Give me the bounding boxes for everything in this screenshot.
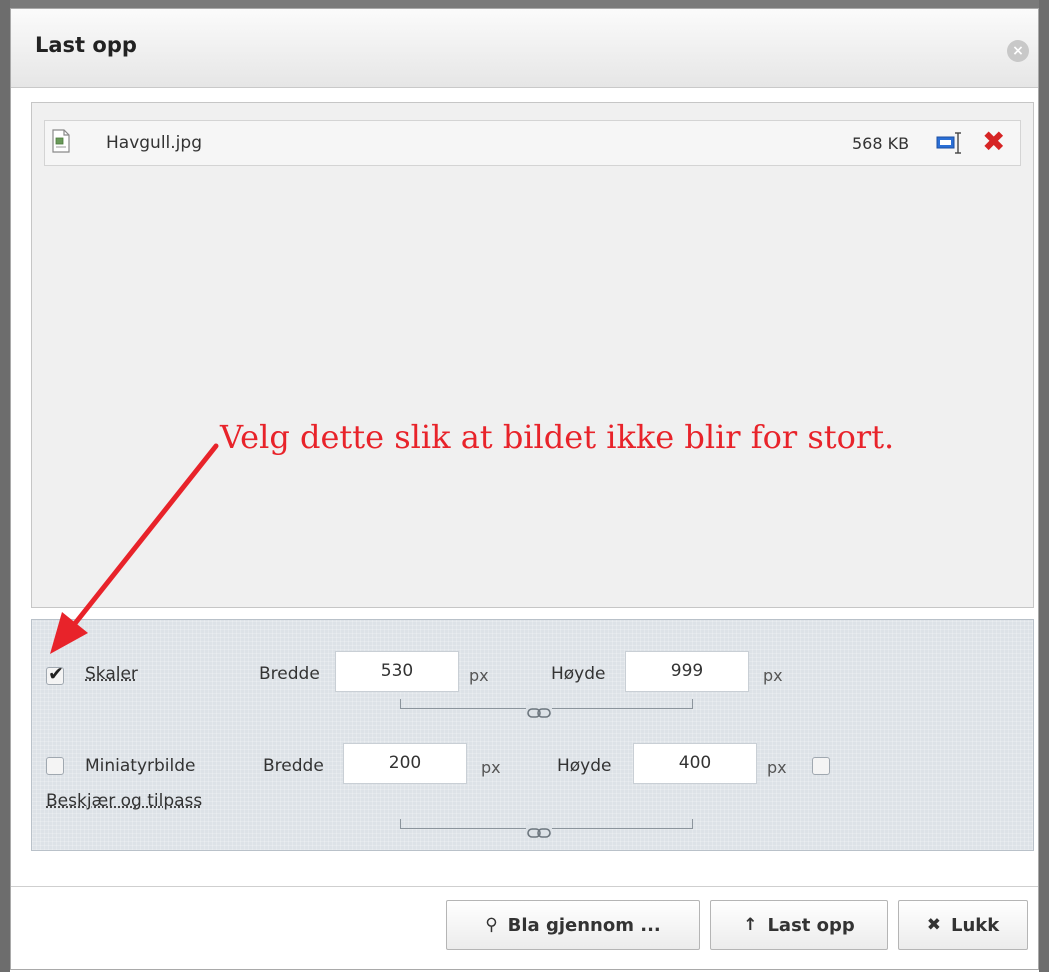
file-row: Havgull.jpg 568 KB ✖ (44, 120, 1021, 166)
scale-height-input[interactable]: 999 (625, 651, 749, 692)
scale-label: Skaler (85, 664, 138, 684)
upload-button[interactable]: ↑ Last opp (710, 900, 888, 950)
annotation-text: Velg dette slik at bildet ikke blir for … (220, 418, 895, 456)
crop-label: Beskjær og tilpass (46, 791, 203, 811)
page-backdrop-left (0, 0, 10, 972)
resize-icon[interactable] (936, 131, 962, 155)
thumbnail-label: Miniatyrbilde (85, 756, 196, 776)
chain-link-icon[interactable] (526, 824, 552, 838)
image-file-icon (51, 129, 71, 153)
chain-link-icon[interactable] (526, 704, 552, 718)
crop-checkbox[interactable] (812, 757, 830, 775)
delete-x-icon[interactable]: ✖ (982, 127, 1005, 157)
close-x-icon: ✖ (926, 915, 941, 935)
thumbnail-height-input[interactable]: 400 (633, 743, 757, 784)
scale-height-label: Høyde (551, 664, 606, 684)
arrow-up-icon: ↑ (743, 915, 758, 935)
page-backdrop-right (1039, 0, 1049, 972)
scale-width-label: Bredde (259, 664, 320, 684)
dialog-title: Last opp (35, 33, 137, 57)
close-circle-icon[interactable]: × (1007, 40, 1029, 62)
browse-button[interactable]: ⚲ Bla gjennom ... (446, 900, 700, 950)
dialog-titlebar: Last opp × (11, 9, 1038, 88)
scale-height-unit: px (763, 666, 783, 685)
file-size: 568 KB (852, 134, 910, 153)
footer-divider (11, 886, 1038, 887)
scale-width-unit: px (469, 666, 489, 685)
thumbnail-height-label: Høyde (557, 756, 612, 776)
search-icon: ⚲ (485, 915, 498, 935)
file-name: Havgull.jpg (106, 133, 202, 153)
close-button[interactable]: ✖ Lukk (898, 900, 1028, 950)
thumbnail-width-label: Bredde (263, 756, 324, 776)
checkmark-icon: ✔ (48, 663, 64, 685)
scale-width-input[interactable]: 530 (335, 651, 459, 692)
thumbnail-height-unit: px (767, 758, 787, 777)
resize-options-panel: ✔ Skaler Bredde 530 px Høyde 999 px Mini… (31, 619, 1034, 851)
thumbnail-checkbox[interactable] (46, 757, 64, 775)
scale-checkbox[interactable]: ✔ (46, 663, 64, 685)
upload-dialog: Last opp × Havgull.jpg 568 KB ✖ ✔ Skaler… (10, 8, 1039, 970)
upload-file-list: Havgull.jpg 568 KB ✖ (31, 102, 1034, 608)
upload-button-label: Last opp (767, 914, 855, 936)
thumbnail-width-unit: px (481, 758, 501, 777)
thumbnail-width-input[interactable]: 200 (343, 743, 467, 784)
close-button-label: Lukk (951, 914, 1000, 936)
browse-button-label: Bla gjennom ... (507, 914, 661, 936)
